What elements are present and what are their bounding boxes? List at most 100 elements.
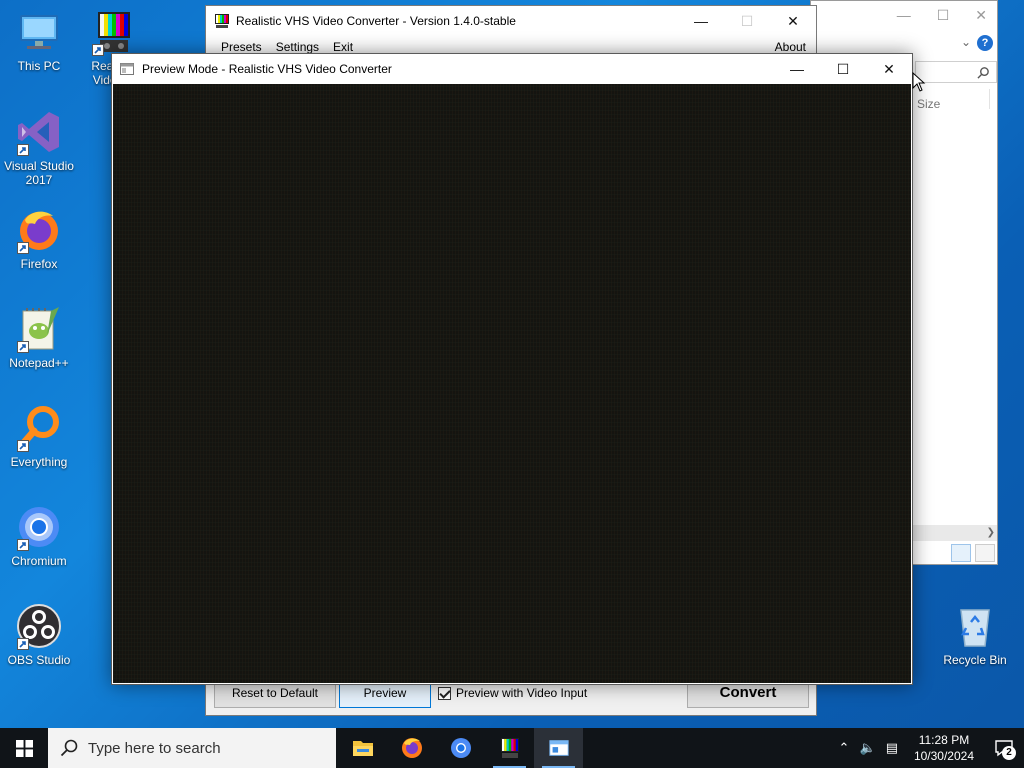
maximize-icon: ☐ bbox=[836, 60, 850, 77]
visual-studio-icon bbox=[15, 108, 63, 156]
minimize-icon[interactable]: — bbox=[897, 7, 911, 24]
preview-window-titlebar[interactable]: Preview Mode - Realistic VHS Video Conve… bbox=[112, 54, 912, 84]
preview-window-icon bbox=[548, 740, 569, 756]
taskbar-app-vhs-converter[interactable] bbox=[485, 728, 534, 768]
volume-icon[interactable]: 🔈 bbox=[856, 740, 880, 756]
desktop-icon-label: Firefox bbox=[20, 257, 58, 271]
shortcut-arrow-icon bbox=[17, 539, 29, 551]
firefox-icon bbox=[15, 206, 63, 254]
chromium-icon bbox=[450, 738, 471, 758]
desktop-icon-recycle-bin[interactable]: Recycle Bin bbox=[937, 602, 1013, 667]
vhs-converter-icon bbox=[500, 738, 519, 758]
everything-search-icon bbox=[15, 404, 63, 452]
preview-with-input-checkbox[interactable] bbox=[438, 686, 451, 700]
menu-about[interactable]: About bbox=[768, 40, 813, 54]
desktop-icon-visual-studio[interactable]: Visual Studio 2017 bbox=[1, 108, 77, 187]
horizontal-scrollbar[interactable]: ❯ bbox=[913, 525, 997, 541]
system-tray: ⌃ 🔈 ▤ 11:28 PM 10/30/2024 2 bbox=[832, 728, 1024, 768]
column-header-size[interactable]: Size bbox=[917, 97, 940, 111]
search-icon bbox=[60, 739, 78, 757]
preview-with-input-label: Preview with Video Input bbox=[456, 686, 588, 700]
maximize-icon: ☐ bbox=[740, 12, 754, 29]
show-hidden-icons-chevron-icon[interactable]: ⌃ bbox=[832, 740, 856, 756]
shortcut-arrow-icon bbox=[17, 440, 29, 452]
desktop-icon-chromium[interactable]: Chromium bbox=[1, 503, 77, 568]
maximize-button[interactable]: ☐ bbox=[820, 54, 866, 84]
shortcut-arrow-icon bbox=[92, 44, 104, 56]
desktop-icon-label: Chromium bbox=[11, 554, 67, 568]
chevron-right-icon[interactable]: ❯ bbox=[987, 527, 995, 538]
file-explorer-icon bbox=[352, 741, 373, 756]
shortcut-arrow-icon bbox=[17, 144, 29, 156]
close-button[interactable]: ✕ bbox=[866, 54, 912, 84]
details-view-icon[interactable] bbox=[951, 544, 971, 562]
chevron-down-icon[interactable]: ⌄ bbox=[961, 35, 971, 49]
taskbar-app-preview-window[interactable] bbox=[534, 728, 583, 768]
desktop-icon-label: OBS Studio bbox=[7, 653, 71, 667]
menu-settings[interactable]: Settings bbox=[269, 40, 326, 54]
desktop-icon-this-pc[interactable]: This PC bbox=[1, 8, 77, 73]
close-icon: ✕ bbox=[787, 12, 799, 29]
column-divider bbox=[989, 89, 990, 109]
desktop-icon-notepad-plus-plus[interactable]: Notepad++ bbox=[1, 305, 77, 370]
clock-date: 10/30/2024 bbox=[913, 749, 974, 763]
network-icon[interactable]: ▤ bbox=[880, 740, 904, 756]
search-icon bbox=[977, 67, 989, 79]
vhs-converter-icon bbox=[215, 14, 229, 28]
obs-studio-icon bbox=[15, 602, 63, 650]
notification-count-badge: 2 bbox=[1002, 746, 1016, 760]
desktop-icon-label: Recycle Bin bbox=[943, 653, 1007, 667]
this-pc-icon bbox=[15, 8, 63, 56]
menu-exit[interactable]: Exit bbox=[326, 40, 360, 54]
notepad-plus-plus-icon bbox=[15, 305, 63, 353]
shortcut-arrow-icon bbox=[17, 242, 29, 254]
action-center-button[interactable]: 2 bbox=[984, 728, 1024, 768]
minimize-button[interactable]: — bbox=[774, 54, 820, 84]
main-window-titlebar[interactable]: Realistic VHS Video Converter - Version … bbox=[206, 6, 816, 36]
shortcut-arrow-icon bbox=[17, 341, 29, 353]
minimize-icon: — bbox=[694, 13, 708, 29]
explorer-search-box[interactable] bbox=[915, 61, 997, 83]
taskbar-apps bbox=[338, 728, 583, 768]
explorer-window-controls: — ☐ ✕ bbox=[897, 7, 987, 24]
windows-logo-icon bbox=[15, 739, 33, 757]
close-icon: ✕ bbox=[883, 60, 895, 77]
firefox-icon bbox=[401, 738, 422, 758]
preview-mode-window[interactable]: Preview Mode - Realistic VHS Video Conve… bbox=[111, 53, 913, 685]
taskbar-app-firefox[interactable] bbox=[387, 728, 436, 768]
menu-presets[interactable]: Presets bbox=[214, 40, 269, 54]
shortcut-arrow-icon bbox=[17, 638, 29, 650]
close-icon[interactable]: ✕ bbox=[975, 7, 987, 24]
preview-with-input-option[interactable]: Preview with Video Input bbox=[438, 686, 587, 700]
window-title: Preview Mode - Realistic VHS Video Conve… bbox=[142, 62, 392, 76]
taskbar: Type here to search ⌃ 🔈 ▤ 11:28 PM 10/30… bbox=[0, 728, 1024, 768]
desktop-icon-firefox[interactable]: Firefox bbox=[1, 206, 77, 271]
view-toggle bbox=[951, 544, 995, 562]
minimize-icon: — bbox=[790, 61, 804, 77]
preview-window-icon bbox=[120, 63, 134, 75]
help-icon[interactable]: ? bbox=[977, 35, 993, 51]
taskbar-app-chromium[interactable] bbox=[436, 728, 485, 768]
close-button[interactable]: ✕ bbox=[770, 6, 816, 36]
taskbar-clock[interactable]: 11:28 PM 10/30/2024 bbox=[904, 732, 984, 764]
preview-video-canvas bbox=[113, 84, 911, 683]
clock-time: 11:28 PM bbox=[918, 733, 970, 747]
taskbar-search-box[interactable]: Type here to search bbox=[48, 728, 336, 768]
taskbar-app-file-explorer[interactable] bbox=[338, 728, 387, 768]
recycle-bin-icon bbox=[951, 602, 999, 650]
vhs-converter-icon bbox=[90, 8, 138, 56]
desktop-icon-everything[interactable]: Everything bbox=[1, 404, 77, 469]
start-button[interactable] bbox=[0, 728, 48, 768]
minimize-button[interactable]: — bbox=[678, 6, 724, 36]
chromium-icon bbox=[15, 503, 63, 551]
desktop-icon-label: This PC bbox=[17, 59, 61, 73]
large-icons-view-icon[interactable] bbox=[975, 544, 995, 562]
desktop-icon-label: Visual Studio 2017 bbox=[4, 159, 74, 187]
maximize-icon[interactable]: ☐ bbox=[937, 7, 950, 24]
desktop-icon-obs-studio[interactable]: OBS Studio bbox=[1, 602, 77, 667]
mouse-cursor-icon bbox=[912, 72, 926, 92]
desktop-icon-label: Notepad++ bbox=[9, 356, 69, 370]
maximize-button[interactable]: ☐ bbox=[724, 6, 770, 36]
desktop-icon-label: Everything bbox=[10, 455, 68, 469]
window-title: Realistic VHS Video Converter - Version … bbox=[236, 14, 516, 28]
